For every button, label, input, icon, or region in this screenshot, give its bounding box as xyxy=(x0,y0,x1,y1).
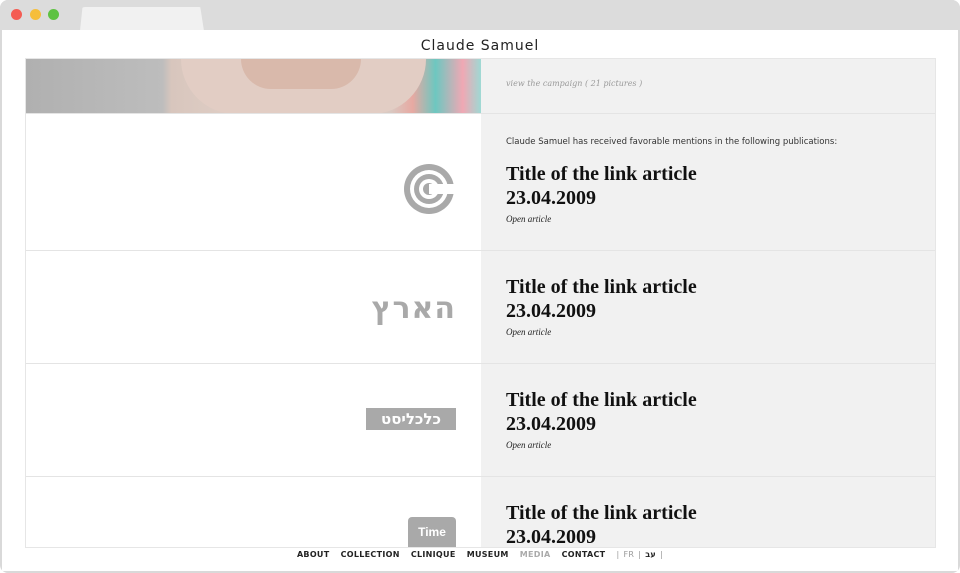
footer-link-museum[interactable]: MUSEUM xyxy=(467,550,509,559)
haaretz-logo-icon: הארץ xyxy=(371,291,456,326)
lang-separator: | xyxy=(638,550,642,559)
article-panel: Claude Samuel has received favorable men… xyxy=(481,114,935,250)
lang-he-link[interactable]: עב xyxy=(645,550,656,559)
open-article-link[interactable]: Open article xyxy=(506,214,551,224)
site-logo[interactable]: Claude Samuel xyxy=(2,38,958,54)
article-row: Claude Samuel has received favorable men… xyxy=(26,114,935,251)
browser-window: Claude Samuel view the campaign ( 21 pic… xyxy=(0,0,960,573)
article-row: כלכליסט Title of the link article 23.04.… xyxy=(26,364,935,477)
article-title[interactable]: Title of the link article xyxy=(506,162,697,186)
article-logo-cell: הארץ xyxy=(26,251,481,363)
open-article-link[interactable]: Open article xyxy=(506,327,551,337)
mentions-intro: Claude Samuel has received favorable men… xyxy=(506,137,838,147)
campaign-panel: view the campaign ( 21 pictures ) xyxy=(481,59,935,113)
footer-link-media[interactable]: MEDIA xyxy=(520,550,551,559)
view-campaign-link[interactable]: view the campaign ( 21 pictures ) xyxy=(506,79,642,88)
page-viewport: Claude Samuel view the campaign ( 21 pic… xyxy=(2,30,958,571)
article-date: 23.04.2009 xyxy=(506,526,596,548)
article-panel: Title of the link article 23.04.2009 Ope… xyxy=(481,251,935,363)
open-article-link[interactable]: Open article xyxy=(506,440,551,450)
lang-fr-link[interactable]: FR xyxy=(623,550,634,559)
article-date: 23.04.2009 xyxy=(506,300,596,322)
minimize-window-button[interactable] xyxy=(30,9,41,20)
footer-link-collection[interactable]: COLLECTION xyxy=(341,550,400,559)
footer-link-contact[interactable]: CONTACT xyxy=(562,550,606,559)
article-date: 23.04.2009 xyxy=(506,187,596,209)
browser-titlebar xyxy=(0,0,960,31)
article-date: 23.04.2009 xyxy=(506,413,596,435)
zoom-window-button[interactable] xyxy=(48,9,59,20)
campaign-photo-figure-shade xyxy=(241,59,361,89)
article-logo-cell: כלכליסט xyxy=(26,364,481,476)
browser-tab[interactable] xyxy=(80,7,204,31)
close-window-button[interactable] xyxy=(11,9,22,20)
article-panel: Title of the link article 23.04.2009 Ope… xyxy=(481,364,935,476)
footer-nav: ABOUT COLLECTION CLINIQUE MUSEUM MEDIA C… xyxy=(2,550,958,559)
article-title[interactable]: Title of the link article xyxy=(506,275,697,299)
campaign-image[interactable] xyxy=(26,59,481,113)
lang-separator: | xyxy=(660,550,664,559)
article-title[interactable]: Title of the link article xyxy=(506,501,697,525)
article-panel: Title of the link article 23.04.2009 xyxy=(481,477,935,548)
footer-link-about[interactable]: ABOUT xyxy=(297,550,330,559)
media-content: view the campaign ( 21 pictures ) Claude… xyxy=(25,58,936,548)
concentric-circles-logo-icon xyxy=(402,162,456,221)
calcalist-logo-icon: כלכליסט xyxy=(366,408,456,430)
timeout-logo-icon: Time Out xyxy=(408,517,456,547)
lang-separator: | xyxy=(616,550,620,559)
campaign-row: view the campaign ( 21 pictures ) xyxy=(26,59,935,114)
article-title[interactable]: Title of the link article xyxy=(506,388,697,412)
article-row: הארץ Title of the link article 23.04.200… xyxy=(26,251,935,364)
article-logo-cell: Time Out xyxy=(26,477,481,547)
footer-link-clinique[interactable]: CLINIQUE xyxy=(411,550,456,559)
article-row: Time Out Title of the link article 23.04… xyxy=(26,477,935,548)
article-logo-cell xyxy=(26,114,481,250)
